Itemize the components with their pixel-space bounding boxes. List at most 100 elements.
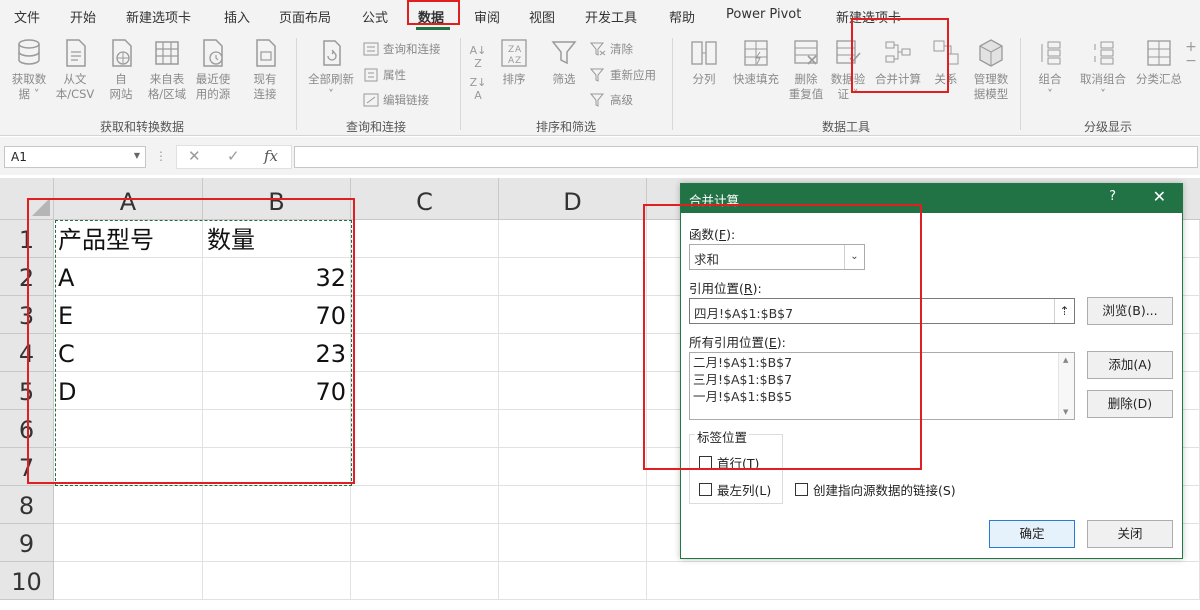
- row-header-5[interactable]: 5: [0, 372, 54, 410]
- cancel-icon[interactable]: ✕: [188, 147, 201, 165]
- cell-c5[interactable]: [351, 372, 499, 410]
- cell-c8[interactable]: [351, 486, 499, 524]
- close-button[interactable]: 关闭: [1087, 520, 1173, 548]
- list-item[interactable]: 三月!$A$1:$B$7: [693, 371, 1071, 388]
- cell-c9[interactable]: [351, 524, 499, 562]
- cell-a7[interactable]: [54, 448, 203, 486]
- delete-button[interactable]: 删除(D): [1087, 390, 1173, 418]
- add-button[interactable]: 添加(A): [1087, 351, 1173, 379]
- cell-c3[interactable]: [351, 296, 499, 334]
- tab-page-layout[interactable]: 页面布局: [279, 7, 331, 26]
- cell-d2[interactable]: [499, 258, 647, 296]
- dialog-title-bar[interactable]: 合并计算 ? ✕: [681, 184, 1182, 213]
- ok-button[interactable]: 确定: [989, 520, 1075, 548]
- help-icon[interactable]: ?: [1109, 189, 1116, 204]
- function-select[interactable]: 求和 ⌄: [689, 244, 865, 270]
- row-header-6[interactable]: 6: [0, 410, 54, 448]
- row-header-9[interactable]: 9: [0, 524, 54, 562]
- cell-d6[interactable]: [499, 410, 647, 448]
- sort-az-button[interactable]: A↓ Z: [466, 44, 490, 70]
- relationships-button[interactable]: 关系: [926, 38, 966, 87]
- create-links-checkbox[interactable]: 创建指向源数据的链接(S): [795, 480, 956, 499]
- left-column-checkbox[interactable]: 最左列(L): [699, 480, 771, 499]
- cell-b3[interactable]: 70: [203, 296, 351, 334]
- top-row-checkbox[interactable]: 首行(T): [699, 453, 759, 472]
- cell-b4[interactable]: 23: [203, 334, 351, 372]
- row-header-4[interactable]: 4: [0, 334, 54, 372]
- reapply-button[interactable]: 重新应用: [590, 67, 656, 83]
- scroll-down-icon[interactable]: ▼: [1063, 408, 1068, 416]
- row-header-10[interactable]: 10: [0, 562, 54, 600]
- tab-developer[interactable]: 开发工具: [585, 7, 637, 26]
- tab-view[interactable]: 视图: [529, 7, 555, 26]
- from-web-button[interactable]: 自 网站: [98, 38, 144, 102]
- group-button[interactable]: 组合 ˅: [1028, 38, 1072, 102]
- cell-d3[interactable]: [499, 296, 647, 334]
- data-validation-button[interactable]: 数据验 证 ˅: [826, 38, 870, 102]
- tab-data[interactable]: 数据: [418, 7, 444, 26]
- filter-button[interactable]: 筛选: [544, 38, 584, 87]
- cell-b6[interactable]: [203, 410, 351, 448]
- cell-c6[interactable]: [351, 410, 499, 448]
- insert-function-icon[interactable]: fx: [264, 147, 278, 165]
- cell-a2[interactable]: A: [54, 258, 203, 296]
- from-table-button[interactable]: 来自表 格/区域: [144, 38, 190, 102]
- all-references-list[interactable]: 二月!$A$1:$B$7 三月!$A$1:$B$7 一月!$A$1:$B$5 ▲…: [689, 352, 1075, 420]
- cell-d7[interactable]: [499, 448, 647, 486]
- cell-c1[interactable]: [351, 220, 499, 258]
- tab-formulas[interactable]: 公式: [362, 7, 388, 26]
- reference-input[interactable]: 四月!$A$1:$B$7 ⇡: [689, 298, 1075, 324]
- row-header-3[interactable]: 3: [0, 296, 54, 334]
- list-item[interactable]: 一月!$A$1:$B$5: [693, 388, 1071, 405]
- get-data-button[interactable]: 获取数 据 ˅: [6, 38, 52, 102]
- flash-fill-button[interactable]: 快速填充: [728, 38, 784, 87]
- cell-b7[interactable]: [203, 448, 351, 486]
- tab-insert[interactable]: 插入: [224, 7, 250, 26]
- cell-b9[interactable]: [203, 524, 351, 562]
- row-header-8[interactable]: 8: [0, 486, 54, 524]
- more-outline-button[interactable]: + −: [1184, 40, 1198, 68]
- queries-connections-button[interactable]: 查询和连接: [363, 41, 441, 57]
- enter-icon[interactable]: ✓: [227, 147, 240, 165]
- column-header-b[interactable]: B: [203, 178, 351, 220]
- row-header-1[interactable]: 1: [0, 220, 54, 258]
- subtotal-button[interactable]: 分类汇总: [1134, 38, 1184, 87]
- browse-button[interactable]: 浏览(B)...: [1087, 297, 1173, 325]
- collapse-dialog-icon[interactable]: ⇡: [1054, 299, 1074, 323]
- row-header-7[interactable]: 7: [0, 448, 54, 486]
- column-header-a[interactable]: A: [54, 178, 203, 220]
- tab-file[interactable]: 文件: [14, 7, 40, 26]
- row-header-2[interactable]: 2: [0, 258, 54, 296]
- from-csv-button[interactable]: 从文 本/CSV: [52, 38, 98, 102]
- cell-a10[interactable]: [54, 562, 203, 600]
- cell-b10[interactable]: [203, 562, 351, 600]
- list-scrollbar[interactable]: ▲ ▼: [1058, 353, 1074, 419]
- sort-button[interactable]: ZAAZ 排序: [494, 38, 534, 87]
- checkbox-box[interactable]: [795, 483, 808, 496]
- tab-new-tab-2[interactable]: 新建选项卡: [836, 7, 901, 26]
- cell-c10[interactable]: [351, 562, 499, 600]
- cell-b2[interactable]: 32: [203, 258, 351, 296]
- cell-d9[interactable]: [499, 524, 647, 562]
- scroll-up-icon[interactable]: ▲: [1063, 356, 1068, 364]
- tab-home[interactable]: 开始: [70, 7, 96, 26]
- recent-sources-button[interactable]: 最近使 用的源: [190, 38, 236, 102]
- column-header-d[interactable]: D: [499, 178, 647, 220]
- select-all-corner[interactable]: [0, 178, 54, 220]
- clear-filter-button[interactable]: 清除: [590, 41, 633, 57]
- manage-data-model-button[interactable]: 管理数 据模型: [968, 38, 1014, 102]
- existing-connections-button[interactable]: 现有 连接: [242, 38, 288, 102]
- text-to-columns-button[interactable]: 分列: [682, 38, 726, 87]
- refresh-all-button[interactable]: 全部刷新 ˅: [305, 38, 357, 102]
- list-item[interactable]: 二月!$A$1:$B$7: [693, 354, 1071, 371]
- cell-d5[interactable]: [499, 372, 647, 410]
- cell-a6[interactable]: [54, 410, 203, 448]
- cell-d10[interactable]: [499, 562, 647, 600]
- checkbox-box[interactable]: [699, 456, 712, 469]
- checkbox-box[interactable]: [699, 483, 712, 496]
- tab-power-pivot[interactable]: Power Pivot: [726, 7, 801, 22]
- cell-a5[interactable]: D: [54, 372, 203, 410]
- cell-b8[interactable]: [203, 486, 351, 524]
- cell-a9[interactable]: [54, 524, 203, 562]
- tab-help[interactable]: 帮助: [669, 7, 695, 26]
